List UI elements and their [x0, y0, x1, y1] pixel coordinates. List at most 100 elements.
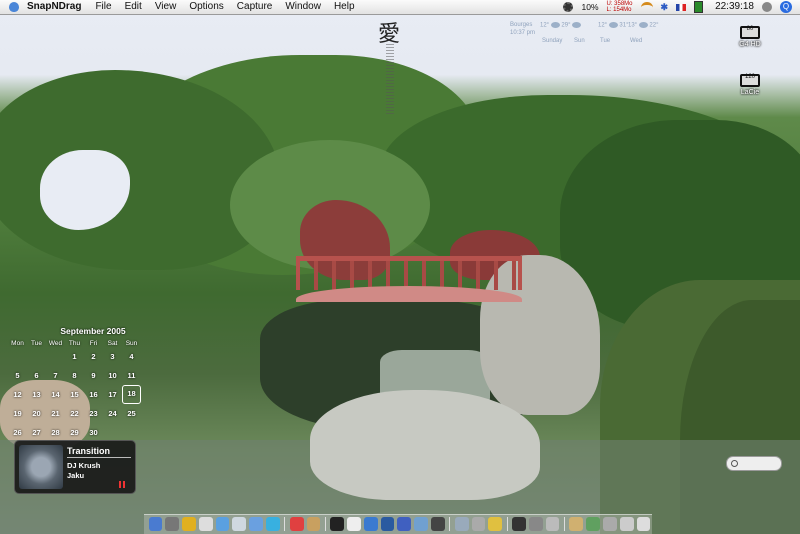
- cloud-icon: [550, 22, 560, 28]
- preview-icon[interactable]: [454, 517, 469, 531]
- cloud-icon: [572, 22, 581, 28]
- calendar-day[interactable]: 2: [84, 347, 103, 366]
- finder-icon[interactable]: [148, 517, 163, 531]
- memory-free: L: 154Mo: [606, 7, 632, 13]
- app-menu[interactable]: SnapNDrag: [27, 0, 81, 14]
- calendar-widget[interactable]: September 2005 Mon Tue Wed Thu Fri Sat Sun 123…: [8, 326, 144, 442]
- download-icon[interactable]: [586, 517, 600, 531]
- calendar-day[interactable]: 6: [27, 366, 46, 385]
- music-icon[interactable]: [430, 517, 445, 531]
- calendar-day[interactable]: 23: [84, 404, 103, 423]
- xcode-icon[interactable]: [363, 517, 378, 531]
- calendar-day[interactable]: 13: [27, 385, 46, 404]
- calendar-day[interactable]: 17: [103, 385, 122, 404]
- trash-icon[interactable]: [636, 517, 651, 531]
- spotlight-icon[interactable]: Q: [780, 1, 792, 13]
- eject-icon[interactable]: [762, 2, 772, 12]
- mail-icon[interactable]: [232, 517, 247, 531]
- calendar-day[interactable]: 7: [46, 366, 65, 385]
- drive-g4-hd[interactable]: 80 G4 HD: [730, 26, 770, 48]
- itunes-icon[interactable]: [397, 517, 412, 531]
- battery-icon[interactable]: [694, 1, 704, 13]
- utility-icon[interactable]: [471, 517, 486, 531]
- calendar-day[interactable]: 5: [8, 366, 27, 385]
- search-widget-field[interactable]: [726, 456, 782, 471]
- iphoto-icon[interactable]: [414, 517, 428, 531]
- apps-icon[interactable]: [602, 517, 617, 531]
- memory-meter[interactable]: U: 358Mo L: 154Mo: [607, 1, 633, 13]
- calendar-day[interactable]: 16: [84, 385, 103, 404]
- menu-capture[interactable]: Capture: [237, 0, 273, 14]
- gear-icon[interactable]: [563, 2, 574, 12]
- calendar-day[interactable]: 9: [84, 366, 103, 385]
- menu-options[interactable]: Options: [189, 0, 223, 14]
- calendar-weekday: Wed: [48, 340, 63, 347]
- wifi-icon[interactable]: [640, 1, 653, 13]
- menu-view[interactable]: View: [155, 0, 177, 14]
- dock-separator: [449, 517, 451, 531]
- dock-separator: [563, 517, 565, 531]
- ical-date-icon[interactable]: [289, 517, 304, 531]
- track-artist: DJ Krush: [67, 461, 101, 470]
- menu-extras: 10% U: 358Mo L: 154Mo ✱ 22:39:18 Q: [555, 0, 800, 14]
- weather-day-name: Tue: [600, 38, 611, 44]
- calendar-day[interactable]: 24: [103, 404, 122, 423]
- calendar-day[interactable]: 14: [46, 385, 65, 404]
- itunes-widget[interactable]: Transition DJ Krush Jaku: [14, 440, 136, 494]
- calendar-day[interactable]: 21: [46, 404, 65, 423]
- wallpaper-bridge: [296, 256, 522, 290]
- photoshop-icon[interactable]: [380, 517, 395, 531]
- calendar-day[interactable]: 20: [27, 404, 46, 423]
- calendar-day[interactable]: 12: [8, 385, 27, 404]
- textedit-icon[interactable]: [347, 517, 361, 531]
- menu-help[interactable]: Help: [334, 0, 355, 14]
- calendar-day[interactable]: 8: [65, 366, 84, 385]
- wallpaper-rock: [310, 390, 540, 500]
- drive-lacie[interactable]: 120 LaCie: [730, 74, 770, 96]
- calendar-day[interactable]: 1: [65, 347, 84, 366]
- calendar-weekday: Thu: [68, 340, 81, 347]
- calendar-week-row: 12 13 14 15 16 17 18: [8, 385, 144, 404]
- weather-temp: 29°: [561, 22, 571, 29]
- calendar-day-today[interactable]: 18: [122, 385, 141, 404]
- weather-time: 10:37 pm: [510, 30, 536, 36]
- clock-icon[interactable]: [198, 517, 213, 531]
- cpu-meter[interactable]: 10%: [581, 0, 598, 14]
- calendar-day[interactable]: 25: [122, 404, 141, 423]
- disk-icon[interactable]: [545, 517, 560, 531]
- calendar-day[interactable]: 10: [103, 366, 122, 385]
- menu-edit[interactable]: Edit: [125, 0, 142, 14]
- menu-file[interactable]: File: [95, 0, 111, 14]
- activity-icon[interactable]: [528, 517, 543, 531]
- calendar-weekday: Sun: [125, 340, 138, 347]
- calendar-day[interactable]: 4: [122, 347, 141, 366]
- safari-icon[interactable]: [215, 517, 230, 531]
- apple-menu-icon[interactable]: [9, 2, 19, 12]
- bluetooth-icon[interactable]: ✱: [661, 0, 669, 14]
- calendar-day[interactable]: 11: [122, 366, 141, 385]
- calendar-weekday-header: Mon Tue Wed Thu Fri Sat Sun: [8, 336, 144, 347]
- pause-icon[interactable]: [119, 481, 125, 488]
- menubar-clock[interactable]: 22:39:18: [715, 0, 754, 14]
- x11-icon[interactable]: [512, 517, 526, 531]
- menu-window[interactable]: Window: [285, 0, 321, 14]
- dock-separator: [506, 517, 508, 531]
- ical-icon[interactable]: [182, 517, 196, 531]
- calendar-day[interactable]: 15: [65, 385, 84, 404]
- skype-icon[interactable]: [265, 517, 280, 531]
- terminal-icon[interactable]: [330, 517, 345, 531]
- docs-icon[interactable]: [619, 517, 634, 531]
- calendar-day[interactable]: 22: [65, 404, 84, 423]
- calendar-day[interactable]: 19: [8, 404, 27, 423]
- folder-icon[interactable]: [569, 517, 584, 531]
- weather-city: Bourges: [510, 22, 533, 28]
- dock-separator: [284, 517, 286, 531]
- input-menu-flag-icon[interactable]: [676, 3, 687, 11]
- calendar-week-row: 19 20 21 22 23 24 25: [8, 404, 144, 423]
- system-prefs-icon[interactable]: [165, 517, 180, 531]
- drive-label: G4 HD: [739, 41, 761, 48]
- ichat-icon[interactable]: [249, 517, 263, 531]
- addressbook-icon[interactable]: [306, 517, 321, 531]
- calendar-day[interactable]: 3: [103, 347, 122, 366]
- transmit-icon[interactable]: [488, 517, 503, 531]
